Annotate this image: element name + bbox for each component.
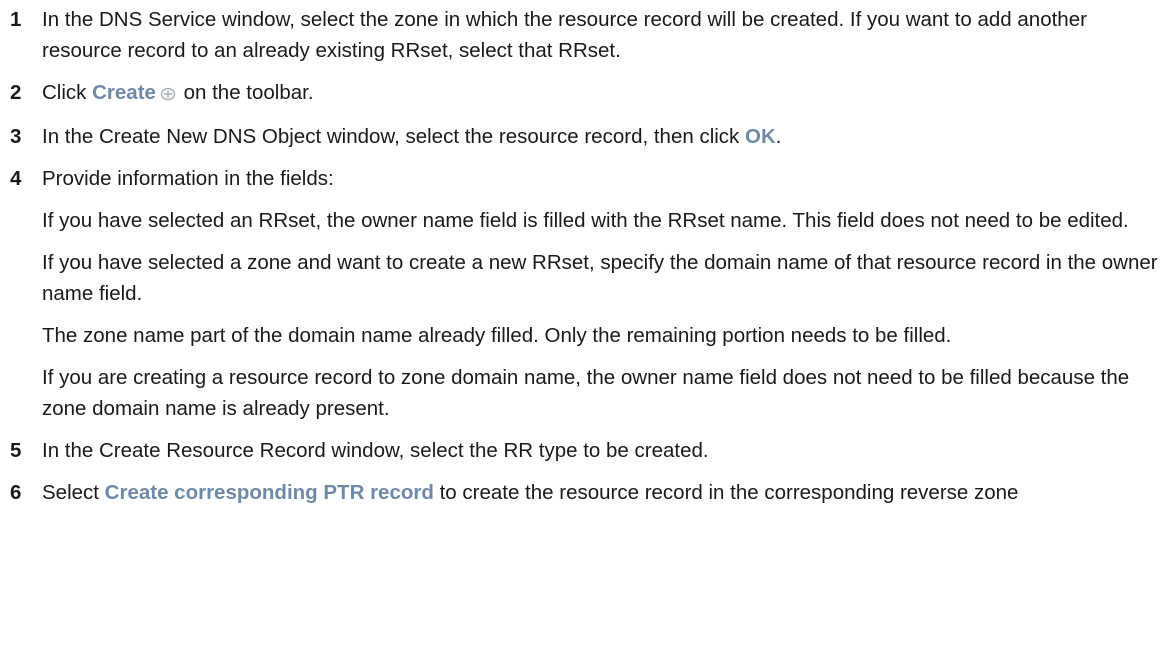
step-number: 1 (10, 8, 22, 31)
create-button-label: Create (92, 81, 156, 104)
step-number: 3 (10, 125, 22, 148)
create-icon (160, 79, 176, 110)
step-6: 6 Select Create corresponding PTR record… (10, 477, 1160, 508)
ok-button-label: OK (745, 125, 776, 148)
step-4: 4 Provide information in the fields: (10, 163, 1160, 194)
step-text: Provide information in the fields: (42, 167, 334, 190)
step-4-paragraph: If you have selected an RRset, the owner… (42, 209, 1129, 232)
instruction-steps: 1 In the DNS Service window, select the … (0, 0, 1172, 508)
step-5: 5 In the Create Resource Record window, … (10, 435, 1160, 466)
step-number: 4 (10, 167, 22, 190)
step-text-post: . (775, 125, 782, 148)
step-text-pre: Click (42, 81, 93, 104)
step-4-paragraph: If you are creating a resource record to… (42, 366, 1130, 420)
step-1: 1 In the DNS Service window, select the … (10, 4, 1160, 66)
step-text-post: to create the resource record in the cor… (433, 481, 1019, 504)
step-number: 5 (10, 439, 22, 462)
step-text: Click Create on the toolbar. (42, 77, 1160, 110)
step-3: 3 In the Create New DNS Object window, s… (10, 121, 1160, 152)
step-text: In the DNS Service window, select the zo… (42, 8, 1087, 62)
step-number: 2 (10, 81, 22, 104)
create-ptr-record-option-label: Create corresponding PTR record (104, 481, 434, 504)
step-2: 2 Click Create on the toolbar. (10, 77, 1160, 110)
step-text: Select Create corresponding PTR record t… (42, 477, 1160, 508)
step-text: In the Create Resource Record window, se… (42, 439, 709, 462)
step-number: 6 (10, 481, 22, 504)
step-4-paragraph: The zone name part of the domain name al… (42, 324, 952, 347)
step-text-post: on the toolbar. (177, 81, 314, 104)
step-text: In the Create New DNS Object window, sel… (42, 121, 1160, 152)
step-text-pre: Select (42, 481, 105, 504)
step-text-pre: In the Create New DNS Object window, sel… (42, 125, 746, 148)
step-4-paragraph: If you have selected a zone and want to … (42, 251, 1158, 305)
